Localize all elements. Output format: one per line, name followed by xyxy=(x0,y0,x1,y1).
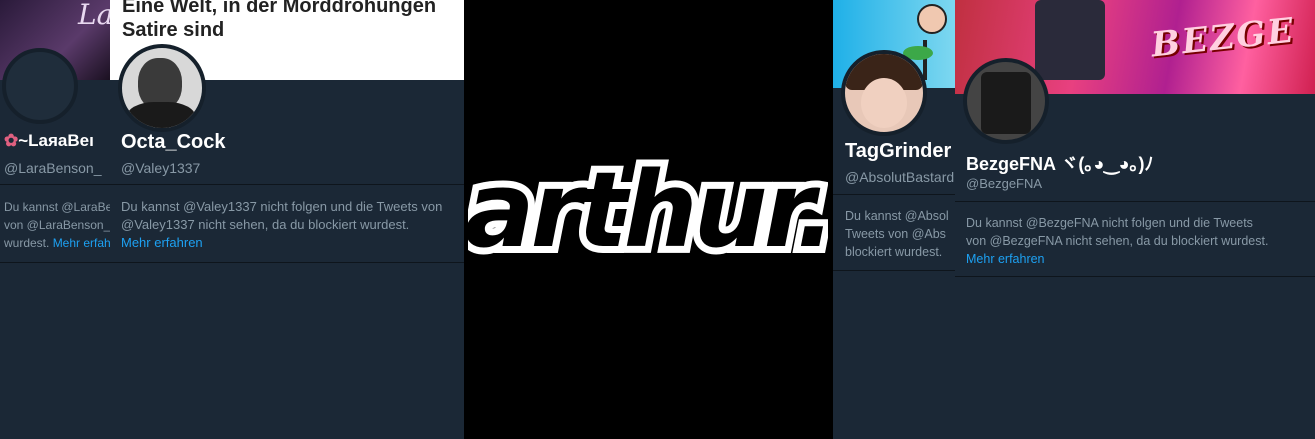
banner-text: La xyxy=(78,0,110,31)
profile-panel-bezge: BEZGE BezgeFNA ヾ(｡◕‿◕｡)ﾉ @BezgeFNA Du ka… xyxy=(955,0,1315,439)
rose-icon: ✿ xyxy=(4,131,19,150)
blocked-message: Du kannst @BezgeFNA nicht folgen und die… xyxy=(966,216,1269,266)
avatar-character xyxy=(981,72,1031,134)
avatar[interactable] xyxy=(841,50,927,136)
divider xyxy=(955,201,1315,202)
arthur-logo: arthur. xyxy=(468,142,828,268)
profile-handle: @Valey1337 xyxy=(121,160,201,176)
profile-name[interactable]: TagGrinder xyxy=(845,140,951,163)
profile-panel-lara: La ✿~LaяaBeı @LaraBenson_ Du kannst @Lar… xyxy=(0,0,110,439)
learn-more-link[interactable]: Mehr erfahren xyxy=(966,252,1045,266)
profile-handle: @LaraBenson_ xyxy=(4,160,102,176)
avatar[interactable] xyxy=(2,48,78,124)
banner-character xyxy=(1035,0,1105,80)
blocked-message: Du kannst @Absol Tweets von @Abs blockie… xyxy=(845,209,949,259)
divider xyxy=(833,270,957,271)
divider xyxy=(833,194,957,195)
banner-headline: Eine Welt, in der Morddrohungen Satire s… xyxy=(122,0,437,41)
profile-name[interactable]: BezgeFNA ヾ(｡◕‿◕｡)ﾉ xyxy=(966,150,1154,176)
profile-panel-tag: TagGrinder @AbsolutBastard Du kannst @Ab… xyxy=(833,0,957,439)
divider xyxy=(0,184,110,185)
divider xyxy=(955,276,1315,277)
learn-more-link[interactable]: Mehr erfahren xyxy=(121,234,457,252)
divider xyxy=(0,262,110,263)
center-logo-area: arthur. xyxy=(464,0,833,439)
learn-more-link[interactable]: Mehr erfah xyxy=(53,236,110,250)
divider xyxy=(110,262,464,263)
profile-handle: @BezgeFNA xyxy=(966,176,1043,191)
blocked-message: Du kannst @Valey1337 nicht folgen und di… xyxy=(121,198,457,252)
profile-handle: @AbsolutBastard xyxy=(845,169,955,185)
avatar[interactable] xyxy=(963,58,1049,144)
logo-text: arthur. xyxy=(468,149,828,268)
banner-figure-head xyxy=(917,4,947,34)
divider xyxy=(110,184,464,185)
avatar-face xyxy=(861,78,907,128)
profile-name[interactable]: ✿~LaяaBeı xyxy=(4,131,94,151)
blocked-message: Du kannst @LaraBe von @LaraBenson_ wurde… xyxy=(4,200,110,250)
profile-name[interactable]: Octa_Cock xyxy=(121,131,226,154)
avatar[interactable] xyxy=(118,44,206,132)
profile-panel-octa: Eine Welt, in der Morddrohungen Satire s… xyxy=(110,0,464,439)
avatar-shoulder xyxy=(126,102,196,128)
banner-text: BEZGE xyxy=(1149,10,1298,66)
